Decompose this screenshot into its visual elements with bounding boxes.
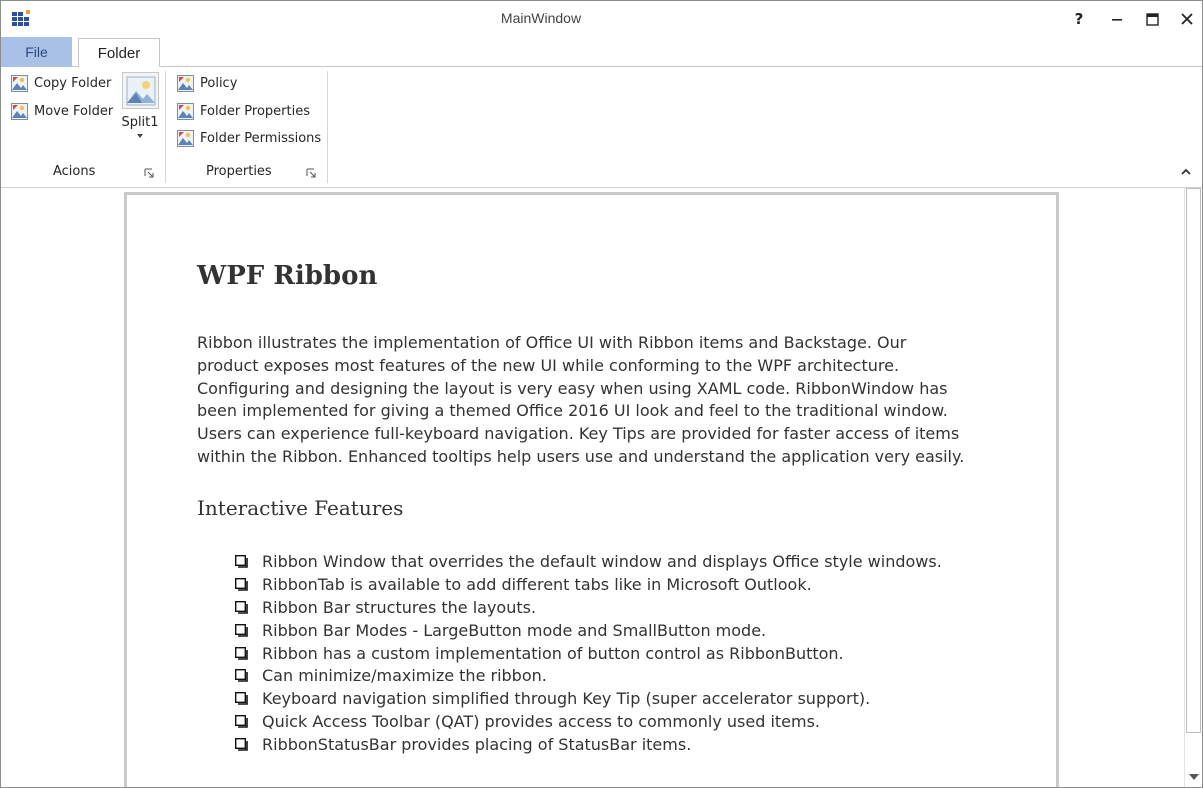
help-icon: ? — [1074, 10, 1084, 28]
document-subtitle: Interactive Features — [197, 496, 404, 520]
vertical-scrollbar[interactable] — [1184, 188, 1202, 787]
checkbox-icon — [235, 692, 248, 706]
feature-text: Can minimize/maximize the ribbon. — [262, 666, 547, 686]
feature-text: Keyboard navigation simplified through K… — [262, 689, 871, 709]
maximize-button[interactable] — [1134, 5, 1170, 33]
close-button[interactable] — [1169, 5, 1202, 33]
dialog-launcher-icon[interactable] — [306, 168, 316, 178]
tab-file[interactable]: File — [1, 37, 72, 67]
move-folder-label: Move Folder — [34, 104, 114, 119]
split1-button[interactable]: Split1 — [120, 72, 160, 150]
list-item: RibbonTab is available to add different … — [235, 573, 942, 596]
group-separator — [165, 71, 166, 183]
checkbox-icon — [235, 623, 248, 637]
feature-text: Ribbon Bar Modes - LargeButton mode and … — [262, 620, 767, 640]
split1-dropdown-arrow-icon[interactable] — [137, 134, 143, 138]
collapse-ribbon-chevron-up-icon[interactable] — [1179, 166, 1193, 178]
group-separator — [327, 71, 328, 183]
title-bar[interactable]: MainWindow ? — [1, 1, 1202, 37]
document-paragraph: Ribbon illustrates the implementation of… — [197, 333, 965, 466]
folder-properties-button[interactable]: Folder Properties — [177, 103, 310, 120]
checkbox-icon — [235, 554, 248, 568]
checkbox-icon — [235, 715, 248, 728]
list-item: Ribbon Window that overrides the default… — [235, 550, 942, 573]
dialog-launcher-icon[interactable] — [144, 168, 154, 178]
list-item: Quick Access Toolbar (QAT) provides acce… — [235, 710, 942, 733]
help-button[interactable]: ? — [1061, 5, 1097, 33]
feature-list: Ribbon Window that overrides the default… — [235, 550, 942, 756]
list-item: Can minimize/maximize the ribbon. — [235, 664, 942, 687]
split1-label: Split1 — [121, 115, 159, 130]
list-item: Ribbon Bar Modes - LargeButton mode and … — [235, 619, 942, 642]
feature-text: Ribbon has a custom implementation of bu… — [262, 643, 844, 663]
image-icon — [11, 103, 28, 120]
checkbox-icon — [235, 577, 248, 591]
folder-permissions-label: Folder Permissions — [200, 131, 322, 146]
feature-text: RibbonStatusBar provides placing of Stat… — [262, 735, 692, 755]
checkbox-icon — [235, 738, 248, 751]
folder-properties-label: Folder Properties — [200, 104, 311, 119]
image-icon — [177, 130, 194, 147]
ribbon-bar: Copy Folder Move Folder Split1 Acions Po… — [1, 67, 1202, 188]
window-title: MainWindow — [500, 10, 582, 26]
feature-text: Ribbon Bar structures the layouts. — [262, 597, 537, 617]
tab-folder[interactable]: Folder — [78, 38, 160, 68]
checkbox-icon — [235, 646, 248, 660]
image-icon — [126, 76, 155, 105]
image-icon — [11, 75, 28, 92]
feature-text: Quick Access Toolbar (QAT) provides acce… — [262, 712, 821, 732]
folder-permissions-button[interactable]: Folder Permissions — [177, 130, 321, 147]
minimize-icon — [1112, 19, 1122, 21]
minimize-button[interactable] — [1099, 5, 1135, 33]
copy-folder-button[interactable]: Copy Folder — [11, 75, 111, 92]
split1-icon-box[interactable] — [122, 72, 159, 109]
policy-button[interactable]: Policy — [177, 75, 237, 92]
properties-group-label: Properties — [206, 164, 272, 179]
image-icon — [177, 75, 194, 92]
list-item: Ribbon has a custom implementation of bu… — [235, 642, 942, 665]
close-icon — [1181, 13, 1193, 25]
checkbox-icon — [235, 600, 248, 614]
checkbox-icon — [235, 669, 248, 683]
actions-group-label: Acions — [53, 164, 96, 179]
list-item: Ribbon Bar structures the layouts. — [235, 596, 942, 619]
copy-folder-label: Copy Folder — [34, 76, 112, 91]
move-folder-button[interactable]: Move Folder — [11, 103, 113, 120]
maximize-icon — [1145, 12, 1159, 26]
feature-text: RibbonTab is available to add different … — [262, 574, 812, 594]
image-icon — [177, 103, 194, 120]
list-item: Keyboard navigation simplified through K… — [235, 687, 942, 710]
feature-text: Ribbon Window that overrides the default… — [262, 551, 942, 571]
list-item: RibbonStatusBar provides placing of Stat… — [235, 733, 942, 756]
document-title: WPF Ribbon — [197, 261, 378, 291]
scroll-down-arrow-icon[interactable] — [1189, 774, 1199, 780]
policy-label: Policy — [200, 76, 238, 91]
ribbon-tab-row: File Folder — [1, 37, 1202, 68]
content-area[interactable]: WPF Ribbon Ribbon illustrates the implem… — [1, 188, 1184, 787]
scrollbar-thumb[interactable] — [1186, 188, 1201, 733]
main-window: MainWindow ? File Folder Copy Folder Mov… — [0, 0, 1203, 788]
document-page: WPF Ribbon Ribbon illustrates the implem… — [124, 192, 1059, 787]
